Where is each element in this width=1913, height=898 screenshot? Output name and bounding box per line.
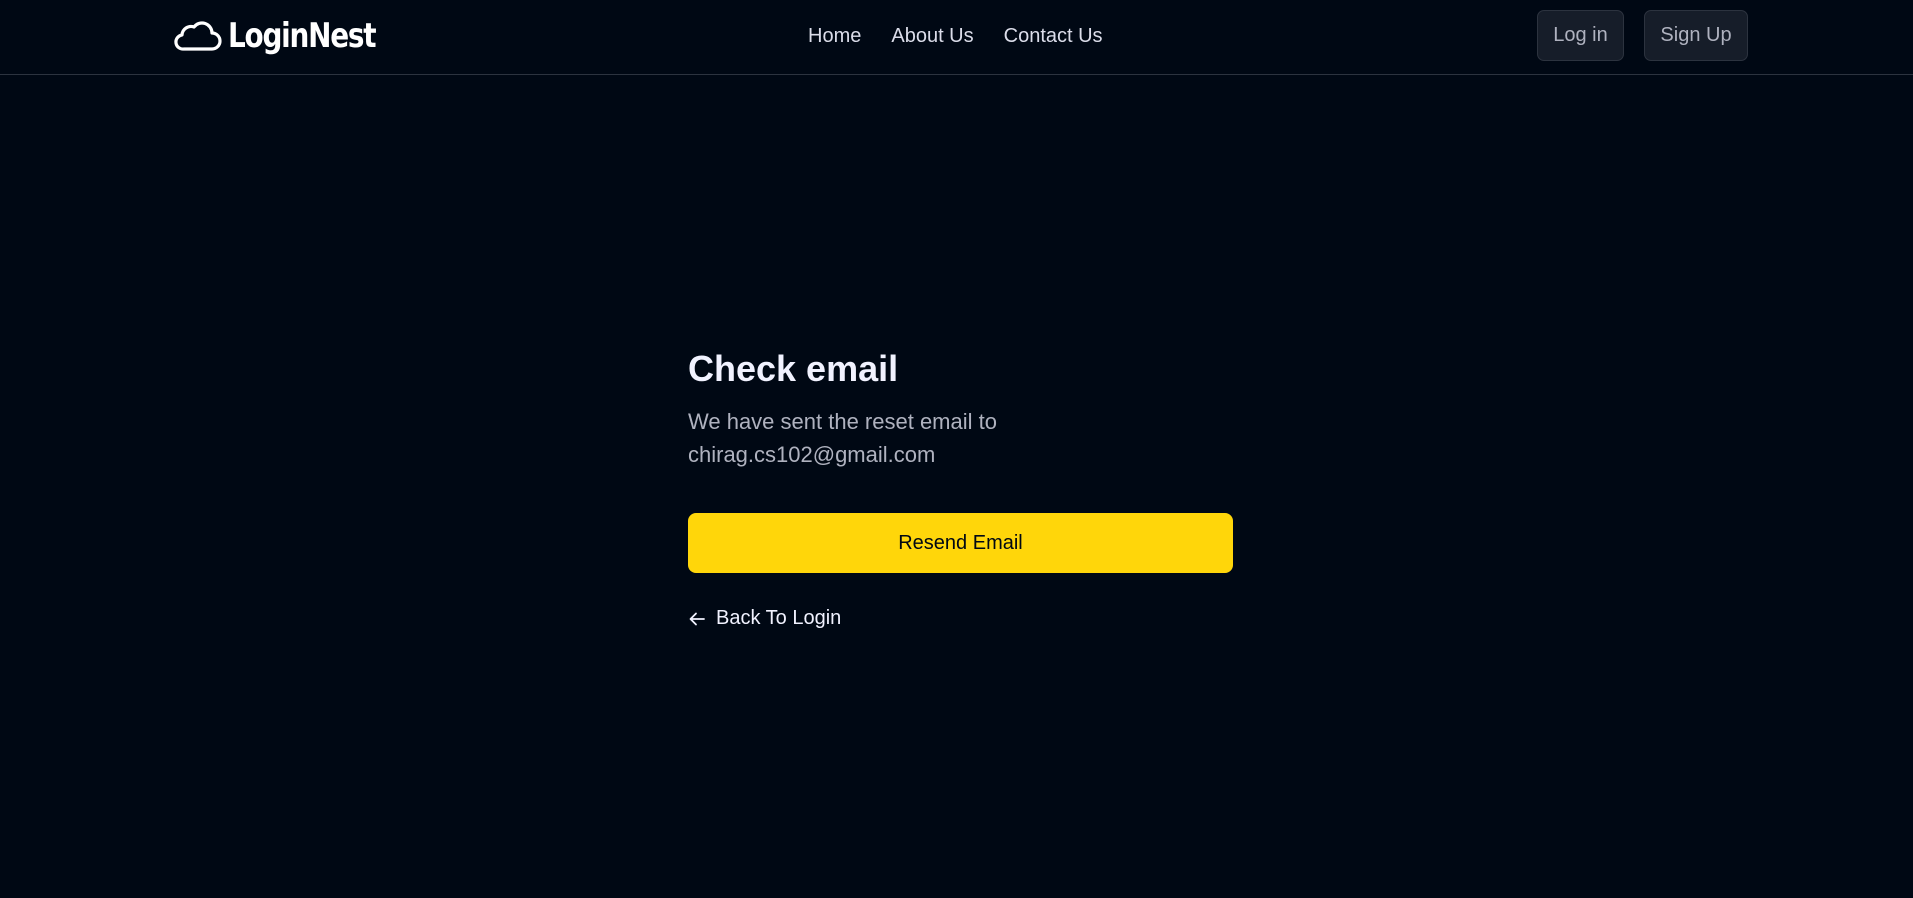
back-to-login-label: Back To Login — [716, 607, 842, 629]
check-email-panel: Check email We have sent the reset email… — [688, 345, 1233, 630]
nav-link-home[interactable]: Home — [808, 24, 861, 48]
signup-button[interactable]: Sign Up — [1644, 10, 1748, 61]
main-nav: Home About Us Contact Us — [808, 24, 1103, 48]
logo-text: LoginNest — [228, 16, 377, 56]
nav-link-contact-us[interactable]: Contact Us — [1004, 24, 1103, 48]
back-to-login-link[interactable]: Back To Login — [688, 607, 1233, 630]
recipient-email: chirag.cs102@gmail.com — [688, 442, 936, 467]
logo[interactable]: LoginNest — [172, 14, 408, 58]
resend-email-button[interactable]: Resend Email — [688, 513, 1233, 573]
message-text: We have sent the reset email to — [688, 409, 997, 434]
auth-buttons: Log in Sign Up — [1537, 10, 1748, 61]
reset-email-message: We have sent the reset email to chirag.c… — [688, 405, 1028, 471]
cloud-icon — [172, 19, 222, 53]
login-button[interactable]: Log in — [1537, 10, 1624, 61]
top-navbar: LoginNest Home About Us Contact Us Log i… — [0, 0, 1913, 75]
nav-link-about-us[interactable]: About Us — [891, 24, 973, 48]
arrow-left-icon — [688, 610, 706, 628]
page-title: Check email — [688, 348, 899, 389]
